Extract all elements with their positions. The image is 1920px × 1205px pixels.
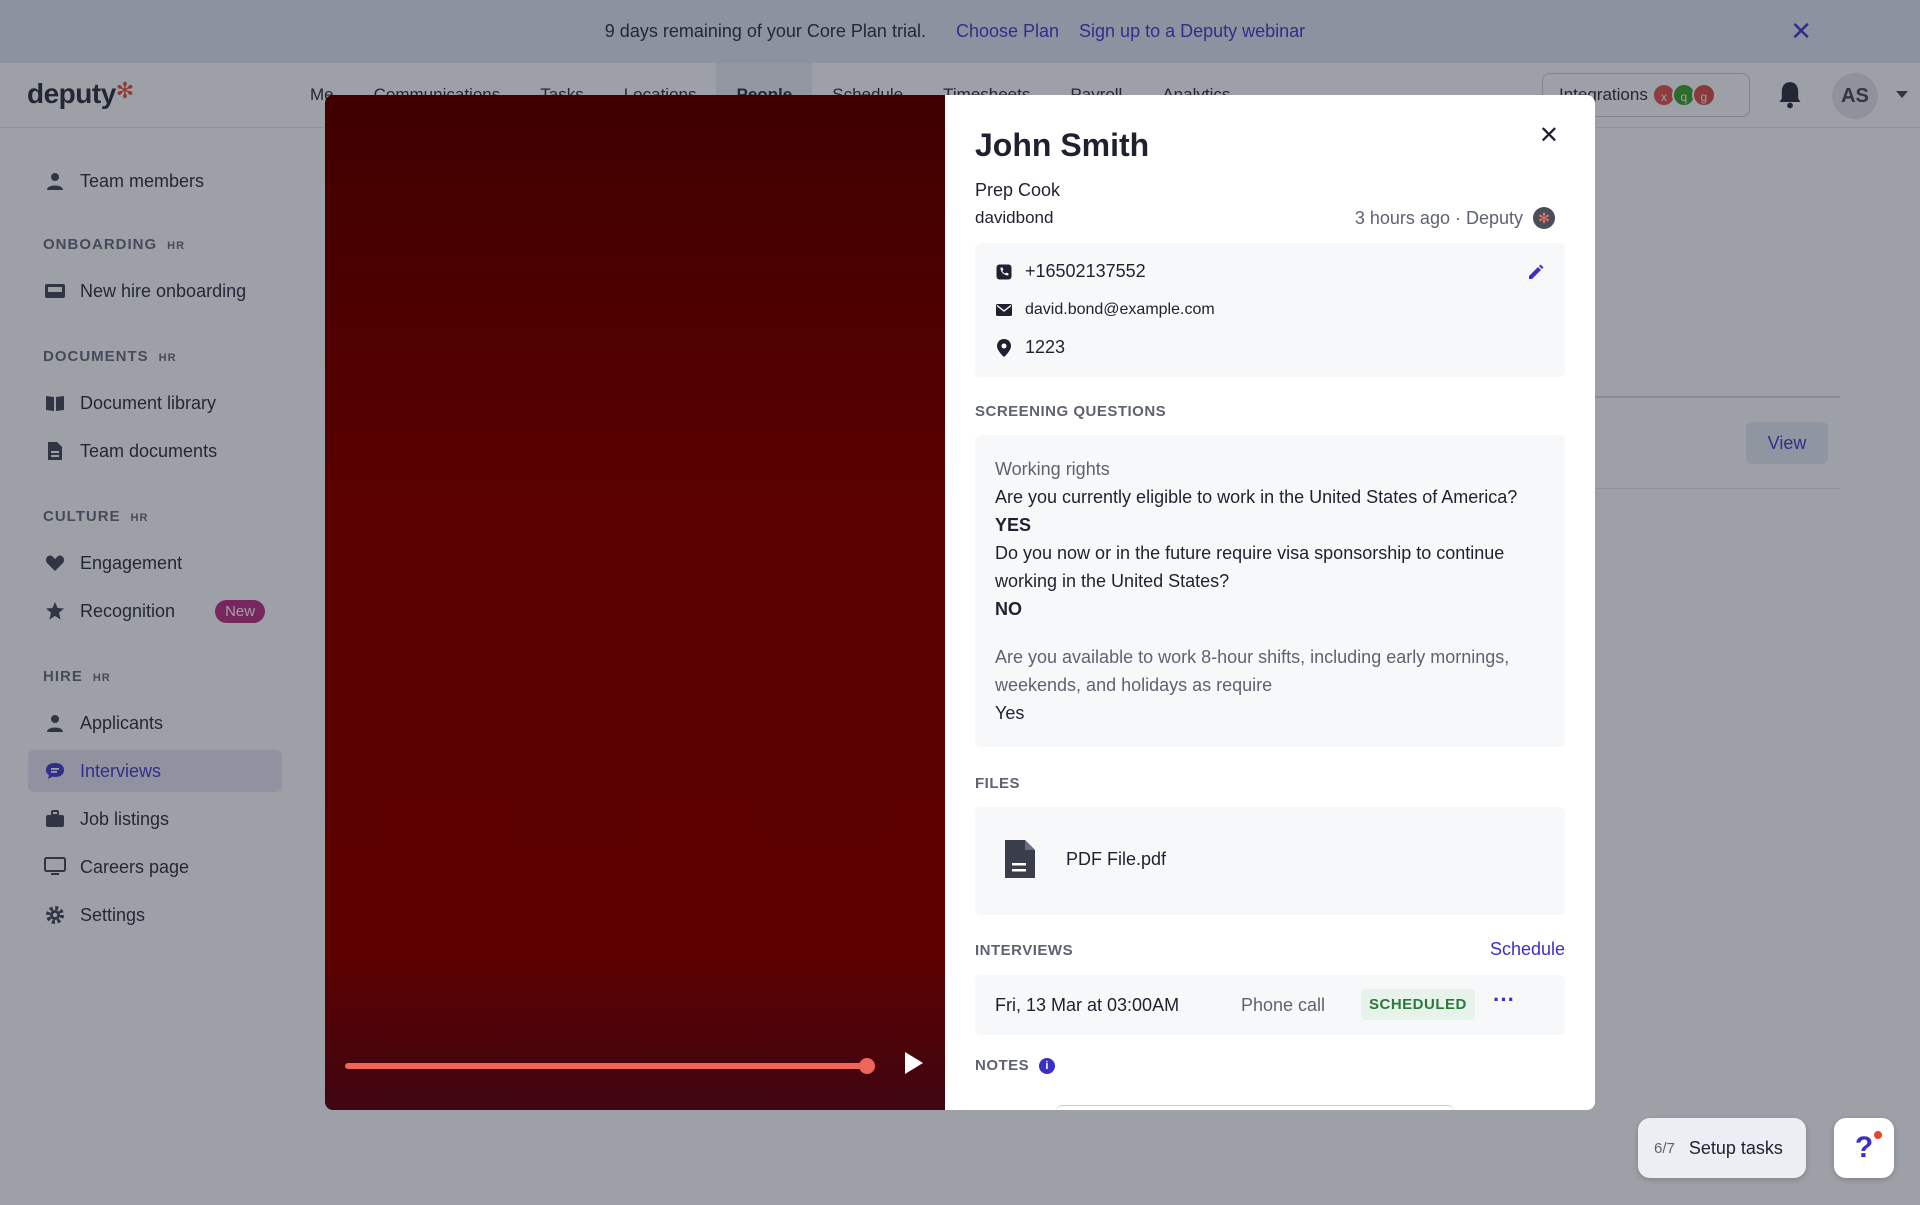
question-text: Are you available to work 8-hour shifts,… — [995, 647, 1510, 695]
interview-date: Fri, 13 Mar at 03:00AM — [995, 995, 1180, 1015]
candidate-name: John Smith — [975, 127, 1150, 163]
interview-type: Phone call — [1241, 995, 1326, 1015]
screening-questions-card: Working rights Are you currently eligibl… — [975, 435, 1565, 747]
phone-icon — [995, 264, 1013, 280]
location-row: 1223 — [995, 337, 1065, 358]
files-heading: FILES — [975, 775, 1021, 792]
email-address[interactable]: david.bond@example.com — [1025, 301, 1215, 319]
interview-video-player[interactable] — [325, 95, 945, 1110]
location-pin-icon — [995, 338, 1013, 357]
deputy-source-icon: ✻ — [1533, 207, 1555, 229]
candidate-role: Prep Cook — [975, 180, 1061, 200]
status-badge: SCHEDULED — [1361, 989, 1475, 1020]
schedule-link[interactable]: Schedule — [1490, 939, 1565, 960]
phone-row: +16502137552 — [995, 261, 1146, 282]
question-text: Are you currently eligible to work in th… — [995, 487, 1518, 507]
more-options-icon[interactable]: ··· — [1493, 987, 1515, 1013]
video-seek-handle[interactable] — [859, 1058, 875, 1074]
setup-tasks-count: 6/7 — [1654, 1139, 1675, 1157]
question-spacer — [995, 623, 1545, 643]
setup-tasks-button[interactable]: 6/7 Setup tasks — [1638, 1118, 1806, 1178]
email-row: david.bond@example.com — [995, 301, 1215, 319]
answer-text: Yes — [995, 703, 1025, 723]
file-name[interactable]: PDF File.pdf — [1066, 849, 1166, 870]
file-card[interactable]: PDF File.pdf — [975, 807, 1565, 915]
interviews-heading: INTERVIEWS — [975, 942, 1074, 959]
answer-text: NO — [995, 599, 1022, 619]
info-icon[interactable]: i — [1039, 1057, 1056, 1074]
candidate-meta: 3 hours ago · Deputy ✻ — [1355, 207, 1555, 229]
help-button[interactable]: ? — [1834, 1118, 1894, 1178]
candidate-details-panel: ✕ John Smith Prep Cook davidbond 3 hours… — [945, 95, 1595, 1110]
play-icon[interactable] — [905, 1052, 923, 1074]
answer-text: YES — [995, 515, 1032, 535]
interview-row: Fri, 13 Mar at 03:00AM Phone call SCHEDU… — [975, 975, 1565, 1035]
candidate-meta-text: 3 hours ago · Deputy — [1354, 207, 1523, 228]
close-modal-icon[interactable]: ✕ — [1539, 121, 1559, 150]
phone-number[interactable]: +16502137552 — [1025, 261, 1146, 282]
email-icon — [995, 304, 1013, 316]
setup-tasks-label: Setup tasks — [1688, 1137, 1783, 1158]
help-notification-dot — [1874, 1131, 1882, 1139]
question-text: Do you now or in the future require visa… — [995, 543, 1505, 591]
notes-heading: NOTES i — [975, 1057, 1056, 1074]
contact-card: +16502137552 david.bond@example.com 1223 — [975, 243, 1565, 377]
question-group-title: Working rights — [995, 459, 1110, 479]
edit-pencil-icon[interactable] — [1527, 263, 1545, 281]
location-value: 1223 — [1025, 337, 1066, 357]
notes-input[interactable] — [1055, 1105, 1455, 1110]
notes-heading-text: NOTES — [975, 1057, 1030, 1074]
help-icon: ? — [1854, 1131, 1874, 1164]
video-progress-bar[interactable] — [345, 1063, 865, 1069]
pdf-file-icon — [1005, 840, 1035, 878]
candidate-username: davidbond — [975, 208, 1054, 227]
screening-questions-heading: SCREENING QUESTIONS — [975, 403, 1167, 420]
